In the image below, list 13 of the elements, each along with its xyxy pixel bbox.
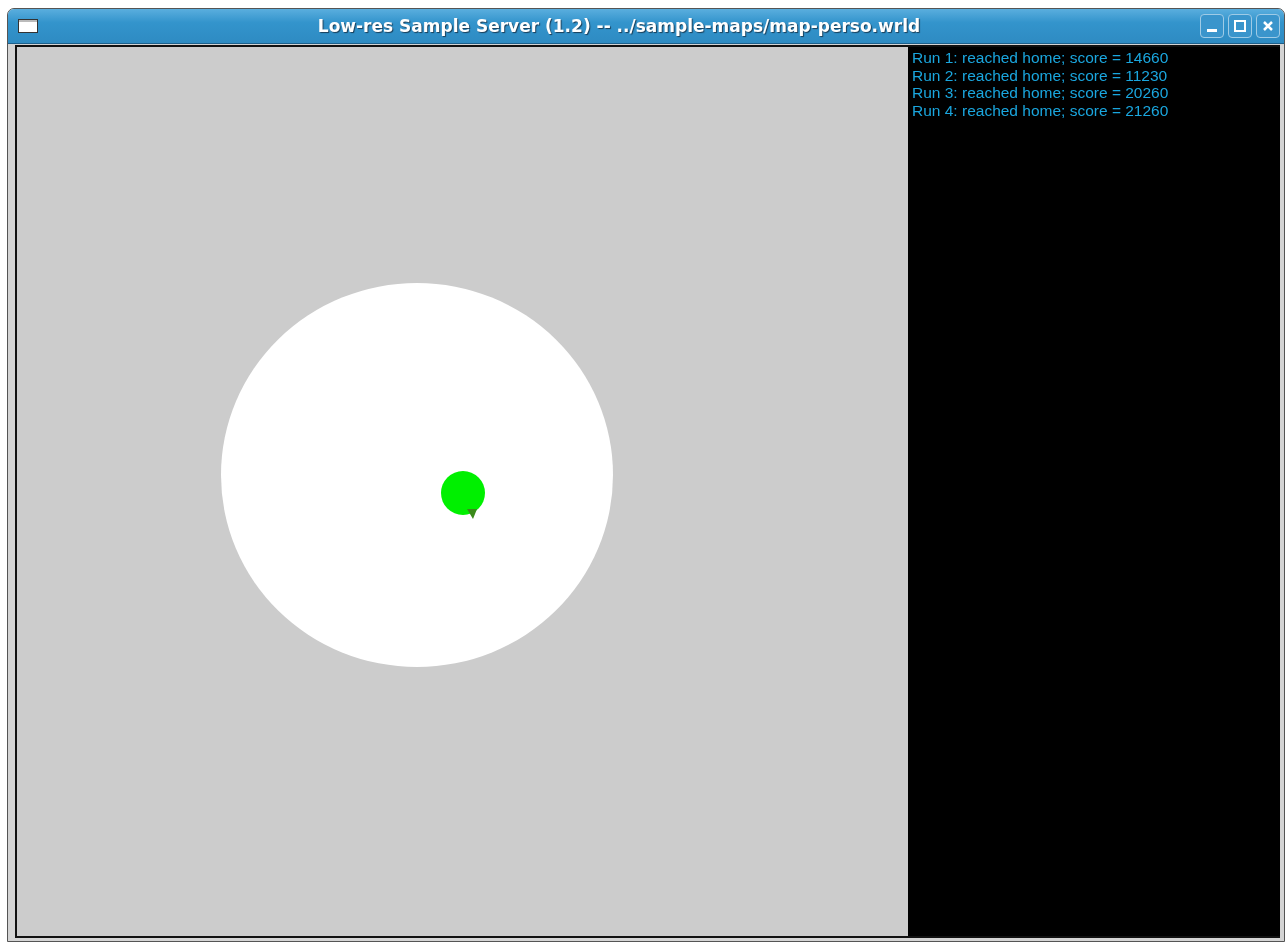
minimize-icon [1207, 28, 1217, 32]
log-line: Run 4: reached home; score = 21260 [912, 101, 1169, 119]
log-line: Run 3: reached home; score = 20260 [912, 84, 1169, 102]
close-button[interactable] [1256, 14, 1280, 38]
minimize-button[interactable] [1200, 14, 1224, 38]
agent-drawing [441, 471, 485, 519]
close-icon [1262, 20, 1274, 32]
window-icon[interactable] [18, 19, 38, 33]
log-line: Run 2: reached home; score = 11230 [912, 66, 1168, 84]
maximize-icon [1234, 20, 1246, 32]
window-title: Low-res Sample Server (1.2) -- ../sample-maps/map-perso.wrld [316, 16, 922, 36]
log-line: Run 1: reached home; score = 14660 [912, 49, 1169, 67]
maximize-button[interactable] [1228, 14, 1252, 38]
